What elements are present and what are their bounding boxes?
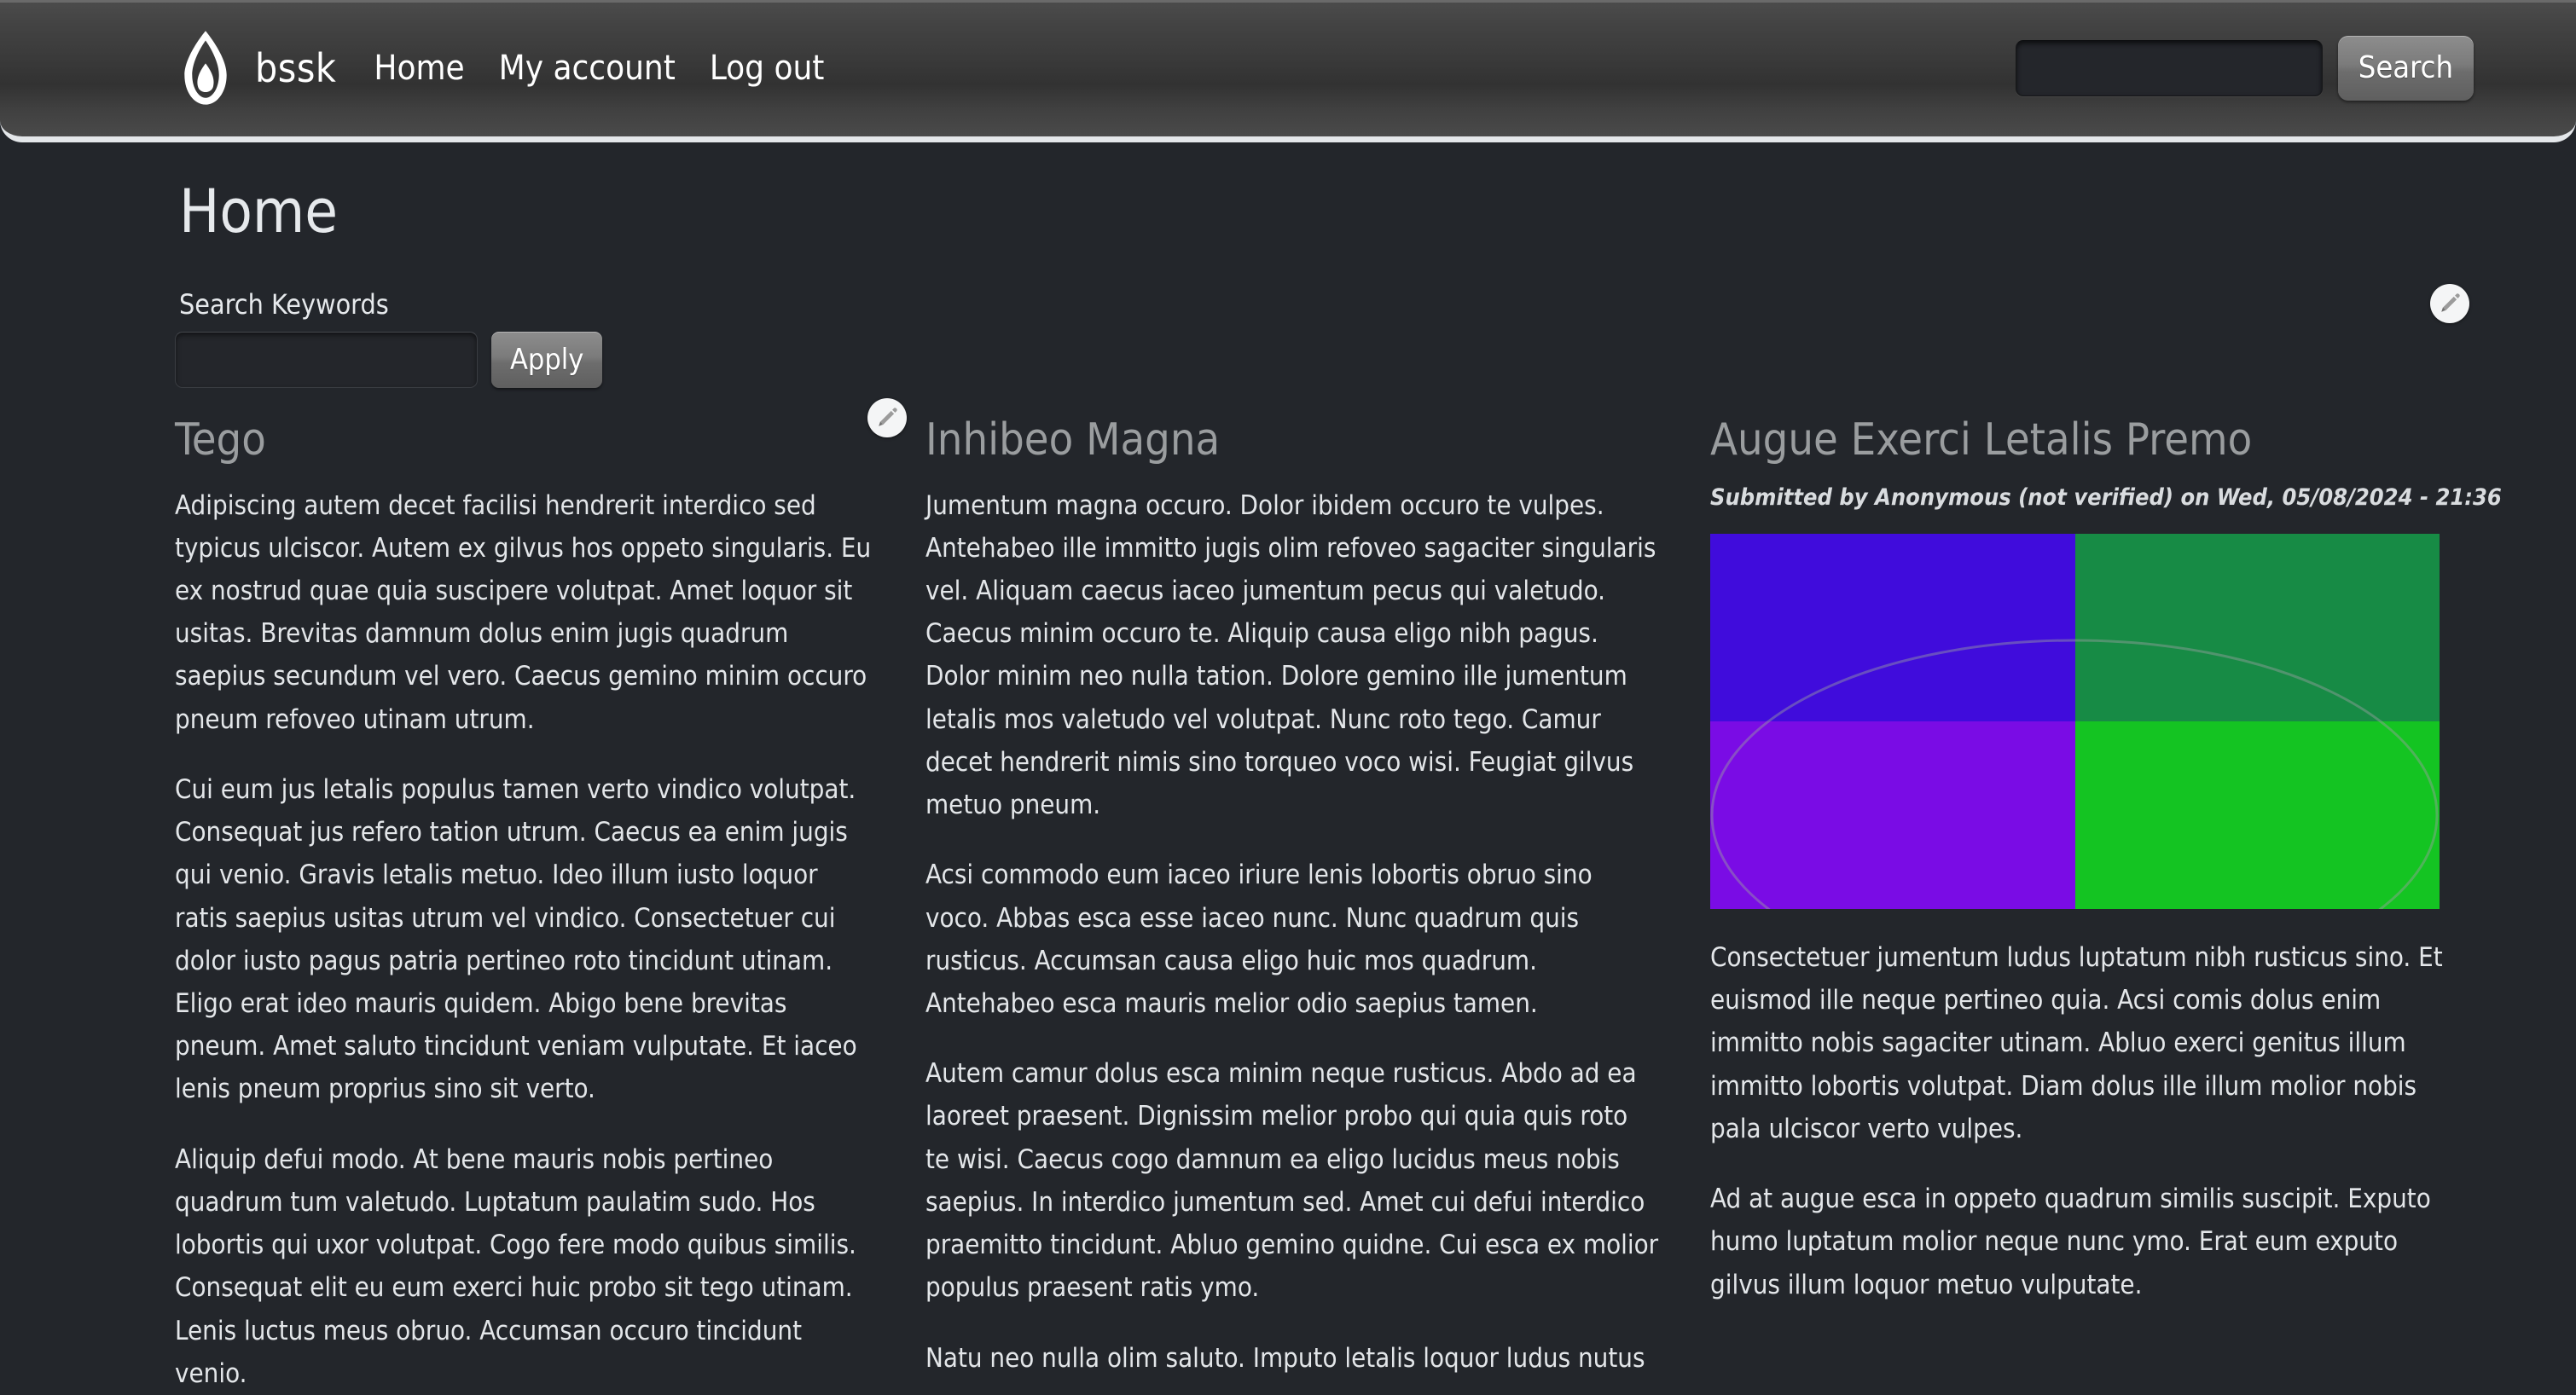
node-title[interactable]: Inhibeo Magna [925,417,1659,464]
node-body: Adipiscing autem decet facilisi hendreri… [175,484,874,1395]
node-paragraph: Acsi commodo eum iaceo iriure lenis lobo… [925,860,1593,1019]
nav-item-my-account[interactable]: My account [499,51,676,85]
header-search-form: Search [2015,36,2474,101]
header-search-button[interactable]: Search [2337,36,2474,101]
site-header: bssk Home My account Log out Search [0,0,2576,142]
pencil-icon [876,407,898,429]
image-ellipse-overlay [1710,639,2439,909]
main-navigation: Home My account Log out [374,51,2015,85]
node-body: Consectetuer jumentum ludus luptatum nib… [1710,936,2474,1306]
pencil-icon [2439,292,2461,315]
nav-item-log-out[interactable]: Log out [710,51,825,85]
contextual-edit-button-node-1[interactable] [867,398,907,437]
node-paragraph: Autem camur dolus esca minim neque rusti… [925,1058,1659,1304]
node-paragraph: Consectetuer jumentum ludus luptatum nib… [1710,941,2443,1144]
node-column-2: Inhibeo Magna Jumentum magna occuro. Dol… [925,417,1710,1395]
node-paragraph: Cui eum jus letalis populus tamen verto … [175,773,857,1105]
search-keywords-label: Search Keywords [179,288,389,321]
nav-item-home[interactable]: Home [374,51,464,85]
node-title[interactable]: Tego [175,417,874,464]
node-paragraph: Adipiscing autem decet facilisi hendreri… [175,489,872,735]
node-paragraph: Natu neo nulla olim saluto. Imputo letal… [925,1342,1645,1374]
content-columns: Tego Adipiscing autem decet facilisi hen… [175,398,2502,1395]
node-column-1: Tego Adipiscing autem decet facilisi hen… [175,398,925,1395]
node-paragraph: Ad at augue esca in oppeto quadrum simil… [1710,1184,2431,1300]
brand[interactable]: bssk [175,29,374,107]
apply-button[interactable]: Apply [491,332,603,388]
views-exposed-filter-form: Search Keywords Apply [175,284,2474,388]
node-submitted-info: Submitted by Anonymous (not verified) on… [1710,483,2502,511]
contextual-edit-button-filter[interactable] [2430,284,2469,323]
node-column-3: Augue Exerci Letalis Premo Submitted by … [1710,417,2502,1395]
node-image [1710,533,2440,909]
page-content: Home Search Keywords Apply Tego Adipisci… [0,142,2576,1395]
page-title: Home [179,177,339,246]
node-paragraph: Aliquip defui modo. At bene mauris nobis… [175,1143,856,1389]
header-search-input[interactable] [2015,40,2323,96]
node-body: Jumentum magna occuro. Dolor ibidem occu… [925,484,1659,1380]
filter-row: Apply [175,332,2474,388]
drupal-drop-icon [175,29,255,107]
search-keywords-input[interactable] [175,332,478,388]
site-name[interactable]: bssk [255,49,336,88]
node-paragraph: Jumentum magna occuro. Dolor ibidem occu… [925,489,1656,821]
header-inner: bssk Home My account Log out Search [0,0,2576,136]
node-title[interactable]: Augue Exerci Letalis Premo [1710,417,2474,464]
